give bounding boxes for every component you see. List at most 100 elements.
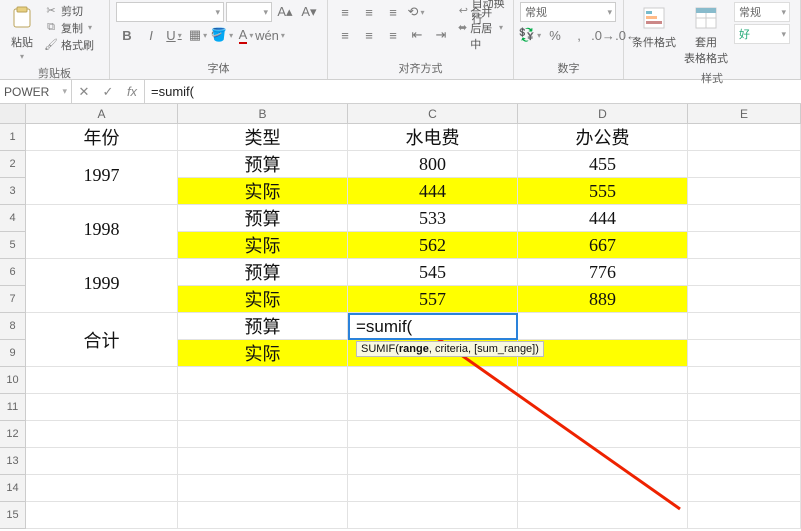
active-cell-C8[interactable]: =sumif( SUMIF(range, criteria, [sum_rang… bbox=[348, 313, 518, 340]
select-all-corner[interactable] bbox=[0, 104, 26, 123]
bold-button[interactable]: B bbox=[116, 25, 138, 45]
cell[interactable]: 类型 bbox=[178, 124, 348, 151]
align-right-button[interactable]: ≡ bbox=[382, 25, 404, 45]
cell[interactable]: 实际 bbox=[178, 232, 348, 259]
col-header-C[interactable]: C bbox=[348, 104, 518, 123]
cell-total[interactable]: 合计 bbox=[26, 327, 178, 367]
col-header-A[interactable]: A bbox=[26, 104, 178, 123]
cell[interactable] bbox=[518, 448, 688, 475]
align-top-button[interactable]: ≡ bbox=[334, 2, 356, 22]
format-table-button[interactable]: 套用 表格格式 bbox=[682, 2, 730, 68]
cell[interactable] bbox=[688, 151, 801, 178]
cell[interactable]: 年份 bbox=[26, 124, 178, 151]
cell[interactable] bbox=[26, 475, 178, 502]
row-header[interactable]: 11 bbox=[0, 394, 26, 421]
cell[interactable] bbox=[518, 313, 688, 340]
col-header-B[interactable]: B bbox=[178, 104, 348, 123]
cell[interactable] bbox=[26, 421, 178, 448]
cell[interactable] bbox=[688, 367, 801, 394]
cell[interactable]: 水电费 bbox=[348, 124, 518, 151]
cell[interactable] bbox=[688, 313, 801, 340]
cell[interactable]: 办公费 bbox=[518, 124, 688, 151]
number-format-select[interactable]: 常规 bbox=[520, 2, 616, 22]
cell[interactable] bbox=[518, 475, 688, 502]
row-header[interactable]: 9 bbox=[0, 340, 26, 367]
font-name-select[interactable] bbox=[116, 2, 224, 22]
align-middle-button[interactable]: ≡ bbox=[358, 2, 380, 22]
cell[interactable]: 800 bbox=[348, 151, 518, 178]
row-header[interactable]: 15 bbox=[0, 502, 26, 529]
cell-style-good[interactable]: 好 bbox=[734, 24, 790, 44]
fill-color-button[interactable]: 🪣▾ bbox=[212, 25, 234, 45]
align-left-button[interactable]: ≡ bbox=[334, 25, 356, 45]
cell[interactable] bbox=[348, 448, 518, 475]
currency-button[interactable]: 💱▾ bbox=[520, 25, 542, 45]
conditional-format-button[interactable]: 条件格式 bbox=[630, 2, 678, 52]
increase-indent-button[interactable]: ⇥ bbox=[430, 25, 452, 45]
cell[interactable] bbox=[688, 205, 801, 232]
underline-button[interactable]: U▾ bbox=[164, 25, 186, 45]
cell[interactable] bbox=[688, 232, 801, 259]
cell[interactable] bbox=[688, 124, 801, 151]
italic-button[interactable]: I bbox=[140, 25, 162, 45]
accept-formula-button[interactable]: ✓ bbox=[96, 84, 120, 100]
percent-button[interactable]: % bbox=[544, 25, 566, 45]
cell[interactable]: 444 bbox=[518, 205, 688, 232]
cell[interactable]: 667 bbox=[518, 232, 688, 259]
phonetic-button[interactable]: wén▾ bbox=[260, 25, 282, 45]
cancel-formula-button[interactable]: ✕ bbox=[72, 84, 96, 100]
row-header[interactable]: 12 bbox=[0, 421, 26, 448]
col-header-E[interactable]: E bbox=[688, 104, 801, 123]
name-box[interactable]: POWER bbox=[0, 80, 72, 103]
row-header[interactable]: 8 bbox=[0, 313, 26, 340]
cell[interactable]: 实际 bbox=[178, 340, 348, 367]
cell[interactable] bbox=[178, 475, 348, 502]
cell[interactable] bbox=[518, 421, 688, 448]
cell[interactable]: 562 bbox=[348, 232, 518, 259]
cell[interactable]: 预算 bbox=[178, 259, 348, 286]
cell[interactable]: 533 bbox=[348, 205, 518, 232]
row-header[interactable]: 14 bbox=[0, 475, 26, 502]
fx-button[interactable]: fx bbox=[120, 84, 144, 99]
cell[interactable] bbox=[348, 394, 518, 421]
cell[interactable] bbox=[26, 502, 178, 529]
cell[interactable]: 557 bbox=[348, 286, 518, 313]
cell[interactable]: 555 bbox=[518, 178, 688, 205]
align-center-button[interactable]: ≡ bbox=[358, 25, 380, 45]
increase-decimal-button[interactable]: .0→ bbox=[592, 25, 614, 45]
cell[interactable] bbox=[178, 394, 348, 421]
row-header[interactable]: 2 bbox=[0, 151, 26, 178]
cut-button[interactable]: ✂ 剪切 bbox=[42, 2, 96, 19]
font-size-select[interactable] bbox=[226, 2, 272, 22]
cell[interactable] bbox=[688, 259, 801, 286]
cell[interactable] bbox=[688, 394, 801, 421]
cell[interactable]: 预算 bbox=[178, 313, 348, 340]
cell[interactable] bbox=[688, 421, 801, 448]
merge-center-button[interactable]: ⬌ 合并后居中 ▾ bbox=[456, 19, 507, 36]
cell[interactable] bbox=[178, 421, 348, 448]
cell[interactable] bbox=[518, 502, 688, 529]
cell[interactable] bbox=[26, 367, 178, 394]
cell[interactable] bbox=[348, 502, 518, 529]
formula-input[interactable]: =sumif( bbox=[145, 80, 801, 103]
cell[interactable] bbox=[688, 340, 801, 367]
cell[interactable] bbox=[688, 178, 801, 205]
align-bottom-button[interactable]: ≡ bbox=[382, 2, 404, 22]
cell-year-1997[interactable]: 1997 bbox=[26, 165, 178, 205]
row-header[interactable]: 6 bbox=[0, 259, 26, 286]
cell[interactable] bbox=[348, 421, 518, 448]
cell[interactable] bbox=[178, 502, 348, 529]
row-header[interactable]: 1 bbox=[0, 124, 26, 151]
copy-button[interactable]: ⧉ 复制 ▾ bbox=[42, 19, 96, 36]
row-header[interactable]: 3 bbox=[0, 178, 26, 205]
cell-year-1998[interactable]: 1998 bbox=[26, 219, 178, 259]
cell[interactable] bbox=[178, 448, 348, 475]
cell[interactable]: 444 bbox=[348, 178, 518, 205]
cell[interactable]: 776 bbox=[518, 259, 688, 286]
cell[interactable] bbox=[688, 502, 801, 529]
decrease-font-button[interactable]: A▾ bbox=[298, 2, 320, 22]
paste-button[interactable]: 粘贴 ▾ bbox=[6, 2, 38, 63]
row-header[interactable]: 13 bbox=[0, 448, 26, 475]
cell[interactable] bbox=[26, 394, 178, 421]
decrease-indent-button[interactable]: ⇤ bbox=[406, 25, 428, 45]
